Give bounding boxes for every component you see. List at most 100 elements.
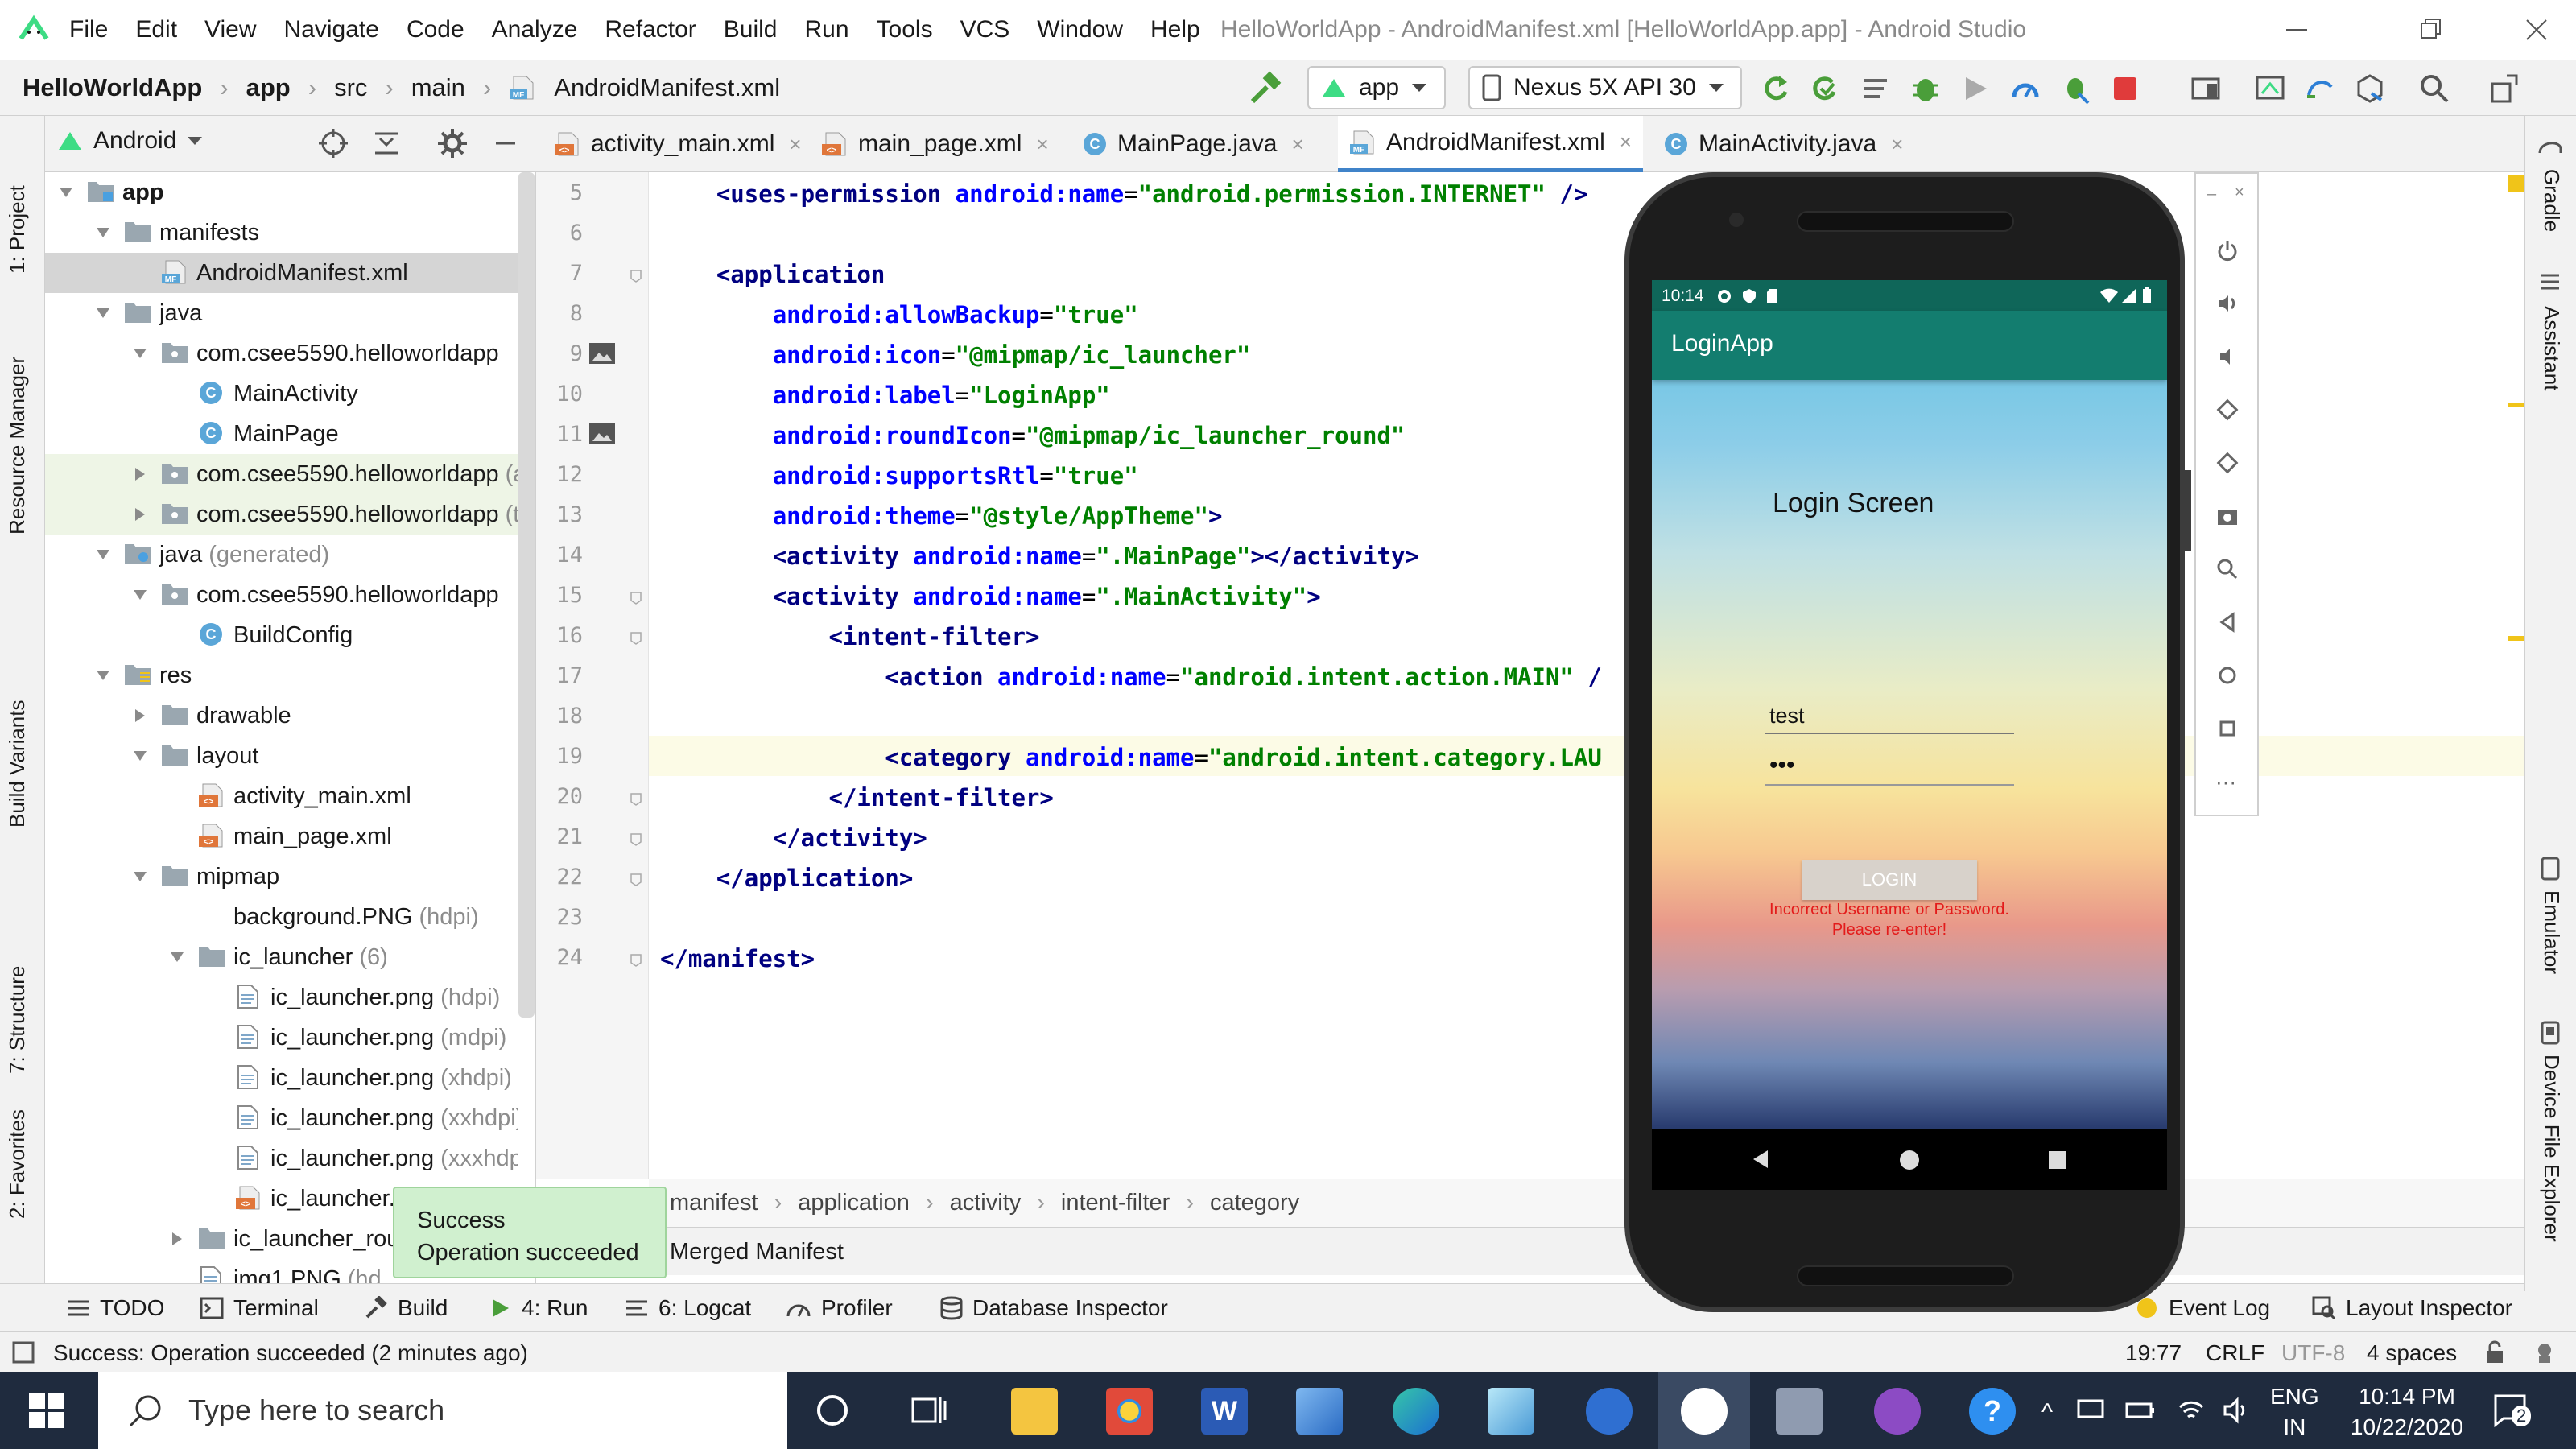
back-icon[interactable] bbox=[2215, 610, 2240, 634]
run-config-select[interactable]: app bbox=[1307, 66, 1446, 109]
notepad-icon[interactable] bbox=[1488, 1388, 1534, 1435]
editor-breadcrumb-item[interactable]: intent-filter bbox=[1061, 1190, 1170, 1216]
rerun-icon[interactable] bbox=[1760, 72, 1792, 105]
device-screen[interactable]: 10:14 LoginApp Login Screen test ••• LOG… bbox=[1652, 280, 2167, 1190]
tree-item[interactable]: ic_launcher.png (hdpi) bbox=[45, 977, 518, 1018]
menu-code[interactable]: Code bbox=[407, 16, 464, 43]
menu-file[interactable]: File bbox=[69, 16, 108, 43]
chevron-right-icon[interactable] bbox=[130, 706, 150, 725]
photos-icon[interactable] bbox=[1296, 1388, 1343, 1435]
status-panel-icon[interactable] bbox=[11, 1340, 35, 1364]
camera-icon[interactable] bbox=[2215, 504, 2240, 528]
tool-tab-favorites[interactable]: 2: Favorites bbox=[5, 1109, 30, 1219]
tree-item[interactable]: mipmap bbox=[45, 857, 518, 897]
restore-icon[interactable] bbox=[2412, 11, 2449, 48]
username-input[interactable]: test bbox=[1765, 697, 2014, 734]
editor-breadcrumb-item[interactable]: activity bbox=[950, 1190, 1022, 1216]
fold-marker-icon[interactable] bbox=[630, 269, 642, 283]
password-input[interactable]: ••• bbox=[1765, 749, 2014, 786]
nav-crumb-item[interactable]: src bbox=[334, 73, 367, 102]
layout-inspector-tool-button[interactable]: Layout Inspector bbox=[2312, 1284, 2512, 1332]
chevron-right-icon[interactable] bbox=[167, 1229, 187, 1249]
menu-help[interactable]: Help bbox=[1150, 16, 1200, 43]
menu-navigate[interactable]: Navigate bbox=[284, 16, 379, 43]
language-indicator[interactable]: ENG IN bbox=[2270, 1381, 2319, 1443]
editor-tab[interactable]: C MainPage.java × bbox=[1071, 116, 1315, 172]
gutter-image-preview-icon[interactable] bbox=[588, 422, 617, 446]
menu-analyze[interactable]: Analyze bbox=[492, 16, 578, 43]
device-select[interactable]: Nexus 5X API 30 bbox=[1468, 66, 1742, 109]
inspection-status-icon[interactable] bbox=[2508, 175, 2524, 192]
tree-item[interactable]: com.csee5590.helloworldapp bbox=[45, 333, 518, 374]
apply-code-changes-icon[interactable] bbox=[1860, 72, 1892, 105]
chevron-down-icon[interactable] bbox=[56, 183, 76, 202]
fold-marker-icon[interactable] bbox=[630, 792, 642, 807]
minimize-icon[interactable] bbox=[2278, 11, 2315, 48]
tree-item[interactable]: C BuildConfig bbox=[45, 615, 518, 655]
tree-item[interactable]: ic_launcher.png (mdpi) bbox=[45, 1018, 518, 1058]
tool-tab-emulator[interactable]: Emulator bbox=[2539, 890, 2564, 974]
menu-tools[interactable]: Tools bbox=[877, 16, 933, 43]
menu-view[interactable]: View bbox=[204, 16, 256, 43]
menu-edit[interactable]: Edit bbox=[135, 16, 177, 43]
tree-item[interactable]: com.csee5590.helloworldapp(a bbox=[45, 454, 518, 494]
project-view-select[interactable]: Android bbox=[56, 127, 204, 155]
overview-icon[interactable] bbox=[2215, 716, 2240, 741]
power-icon[interactable] bbox=[2215, 238, 2240, 262]
volume-up-icon[interactable] bbox=[2215, 291, 2240, 316]
fold-marker-icon[interactable] bbox=[630, 591, 642, 605]
windows-start-icon[interactable] bbox=[29, 1393, 64, 1428]
editor-breadcrumb-item[interactable]: category bbox=[1210, 1190, 1299, 1216]
chevron-down-icon[interactable] bbox=[130, 344, 150, 363]
success-toast[interactable]: Success Operation succeeded bbox=[393, 1187, 667, 1278]
chevron-down-icon[interactable] bbox=[167, 947, 187, 967]
close-tab-icon[interactable]: × bbox=[1620, 130, 1632, 155]
editor-tab[interactable]: MF AndroidManifest.xml × bbox=[1338, 116, 1643, 172]
tree-item[interactable]: res bbox=[45, 655, 518, 696]
logcat-tool-button[interactable]: 6: Logcat bbox=[625, 1284, 751, 1332]
github-desktop-icon[interactable] bbox=[1874, 1388, 1921, 1435]
chevron-down-icon[interactable] bbox=[93, 303, 113, 323]
tree-item[interactable]: manifests bbox=[45, 213, 518, 253]
nav-crumb-item[interactable]: app bbox=[246, 73, 291, 102]
rotate-right-icon[interactable] bbox=[2215, 451, 2240, 475]
fold-marker-icon[interactable] bbox=[630, 631, 642, 646]
tray-monitor-icon[interactable] bbox=[2077, 1396, 2106, 1425]
caret-position[interactable]: 19:77 bbox=[2125, 1340, 2182, 1366]
tree-item[interactable]: <> main_page.xml bbox=[45, 816, 518, 857]
close-tab-icon[interactable]: × bbox=[1891, 132, 1903, 157]
more-icon[interactable]: ··· bbox=[2215, 770, 2236, 795]
word-icon[interactable]: W bbox=[1201, 1388, 1248, 1435]
tool-tab-build-variants[interactable]: Build Variants bbox=[5, 700, 30, 828]
chevron-down-icon[interactable] bbox=[93, 545, 113, 564]
edge-icon[interactable] bbox=[1393, 1388, 1439, 1435]
tree-item[interactable]: <> activity_main.xml bbox=[45, 776, 518, 816]
file-encoding[interactable]: UTF-8 bbox=[2281, 1340, 2345, 1366]
close-icon[interactable] bbox=[2518, 11, 2555, 48]
indent-setting[interactable]: 4 spaces bbox=[2367, 1340, 2457, 1366]
close-tab-icon[interactable]: × bbox=[789, 132, 801, 157]
editor-breadcrumb-item[interactable]: application bbox=[798, 1190, 910, 1216]
search-everywhere-icon[interactable] bbox=[2418, 72, 2450, 105]
memory-indicator-icon[interactable] bbox=[2533, 1340, 2557, 1364]
tree-item[interactable]: app bbox=[45, 172, 518, 213]
device-manager-icon[interactable] bbox=[2190, 72, 2222, 105]
menu-refactor[interactable]: Refactor bbox=[605, 16, 696, 43]
menu-vcs[interactable]: VCS bbox=[960, 16, 1010, 43]
tree-item[interactable]: java (generated) bbox=[45, 535, 518, 575]
emulator-close-icon[interactable]: × bbox=[2235, 184, 2244, 202]
tool-tab-project[interactable]: 1: Project bbox=[5, 185, 30, 274]
login-button[interactable]: LOGIN bbox=[1802, 860, 1977, 900]
help-icon[interactable]: ? bbox=[1969, 1388, 2016, 1435]
tool-tab-assistant[interactable]: Assistant bbox=[2539, 306, 2564, 391]
hammer-build-icon[interactable] bbox=[1248, 71, 1283, 106]
stop-icon[interactable] bbox=[2109, 72, 2141, 105]
tool-tab-resource-manager[interactable]: Resource Manager bbox=[5, 357, 30, 535]
chevron-right-icon[interactable] bbox=[130, 505, 150, 524]
hide-panel-icon[interactable] bbox=[489, 127, 522, 159]
chrome-icon[interactable] bbox=[1106, 1388, 1153, 1435]
tree-item[interactable]: ic_launcher.png (xxhdpi) bbox=[45, 1098, 518, 1138]
tree-item[interactable]: background.PNG (hdpi) bbox=[45, 897, 518, 937]
debug-icon[interactable] bbox=[1909, 72, 1942, 105]
tool-tab-gradle[interactable]: Gradle bbox=[2539, 169, 2564, 232]
